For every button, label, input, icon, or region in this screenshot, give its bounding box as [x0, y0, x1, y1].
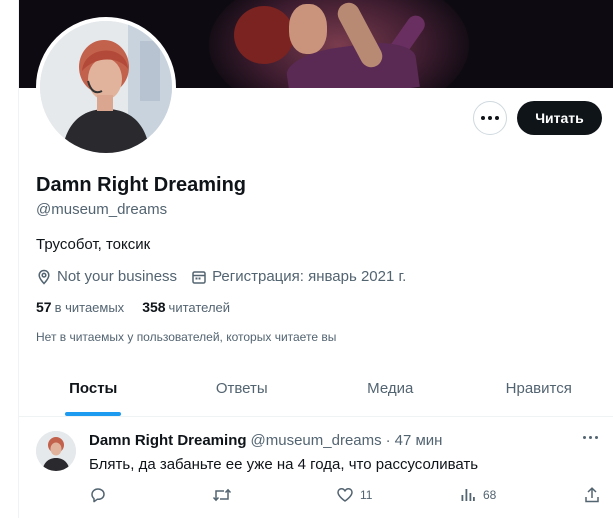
reply-icon [91, 488, 105, 503]
tweet[interactable]: Damn Right Dreaming @museum_dreams · 47 … [19, 418, 613, 518]
followers-count: 358 [142, 299, 166, 315]
profile-tabs: Посты Ответы Медиа Нравится [19, 360, 613, 417]
tab-label: Ответы [215, 379, 268, 397]
location-text: Not your business [57, 268, 178, 285]
following-label: в читаемых [54, 300, 125, 315]
left-rail [0, 0, 19, 518]
profile-meta: Not your business Регистрация: январь 20… [36, 268, 420, 285]
tab-posts[interactable]: Посты [19, 360, 168, 416]
more-horizontal-icon [481, 116, 499, 120]
separator-dot: · [385, 432, 391, 449]
tweet-avatar[interactable] [36, 431, 76, 471]
followers-link[interactable]: 358 читателей [142, 299, 230, 315]
tab-label: Медиа [367, 379, 414, 397]
join-date-text: Регистрация: январь 2021 г. [212, 268, 407, 285]
views-button[interactable]: 68 [459, 486, 496, 504]
tweet-time[interactable]: 47 мин [395, 432, 443, 449]
tweet-text: Блять, да забаньте ее уже на 4 года, что… [89, 456, 479, 473]
following-count: 57 [36, 299, 52, 315]
following-link[interactable]: 57 в читаемых [36, 299, 124, 315]
tweet-author-name[interactable]: Damn Right Dreaming [89, 432, 247, 449]
tweet-more-icon[interactable] [583, 436, 598, 439]
follow-stats: 57 в читаемых 358 читателей [36, 299, 248, 315]
join-date: Регистрация: январь 2021 г. [191, 268, 406, 285]
followers-label: читателей [168, 300, 231, 315]
profile-handle: @museum_dreams [36, 201, 168, 218]
more-options-button[interactable] [473, 101, 507, 135]
view-count: 68 [483, 488, 497, 502]
location-pin-icon [38, 269, 50, 285]
tab-replies[interactable]: Ответы [168, 360, 317, 416]
profile-bio: Трусобот, токсик [36, 236, 151, 253]
follow-button[interactable]: Читать [517, 101, 602, 135]
profile-name: Damn Right Dreaming [36, 174, 247, 196]
tab-likes[interactable]: Нравится [465, 360, 613, 416]
tweet-actions: 11 68 [89, 486, 604, 506]
heart-icon [337, 488, 353, 502]
tweet-header: Damn Right Dreaming @museum_dreams · 47 … [89, 432, 442, 449]
active-tab-indicator [65, 412, 122, 416]
location: Not your business [36, 268, 177, 285]
like-count: 11 [360, 488, 373, 502]
profile-column: Читать Damn Right Dreaming @museum_dream… [19, 0, 613, 518]
tweet-author-handle[interactable]: @museum_dreams [251, 432, 382, 449]
tab-media[interactable]: Медиа [316, 360, 465, 416]
mutual-followers-note: Нет в читаемых у пользователей, которых … [36, 330, 337, 344]
reply-button[interactable] [89, 486, 113, 504]
share-icon [585, 487, 599, 503]
retweet-button[interactable] [212, 486, 238, 504]
retweet-icon [212, 488, 232, 502]
like-button[interactable]: 11 [336, 486, 372, 504]
tab-label: Нравится [505, 379, 572, 397]
calendar-icon [192, 270, 206, 284]
tab-label: Посты [69, 379, 118, 397]
profile-avatar[interactable] [36, 17, 176, 157]
bar-chart-icon [461, 489, 475, 501]
share-button[interactable] [583, 486, 607, 504]
